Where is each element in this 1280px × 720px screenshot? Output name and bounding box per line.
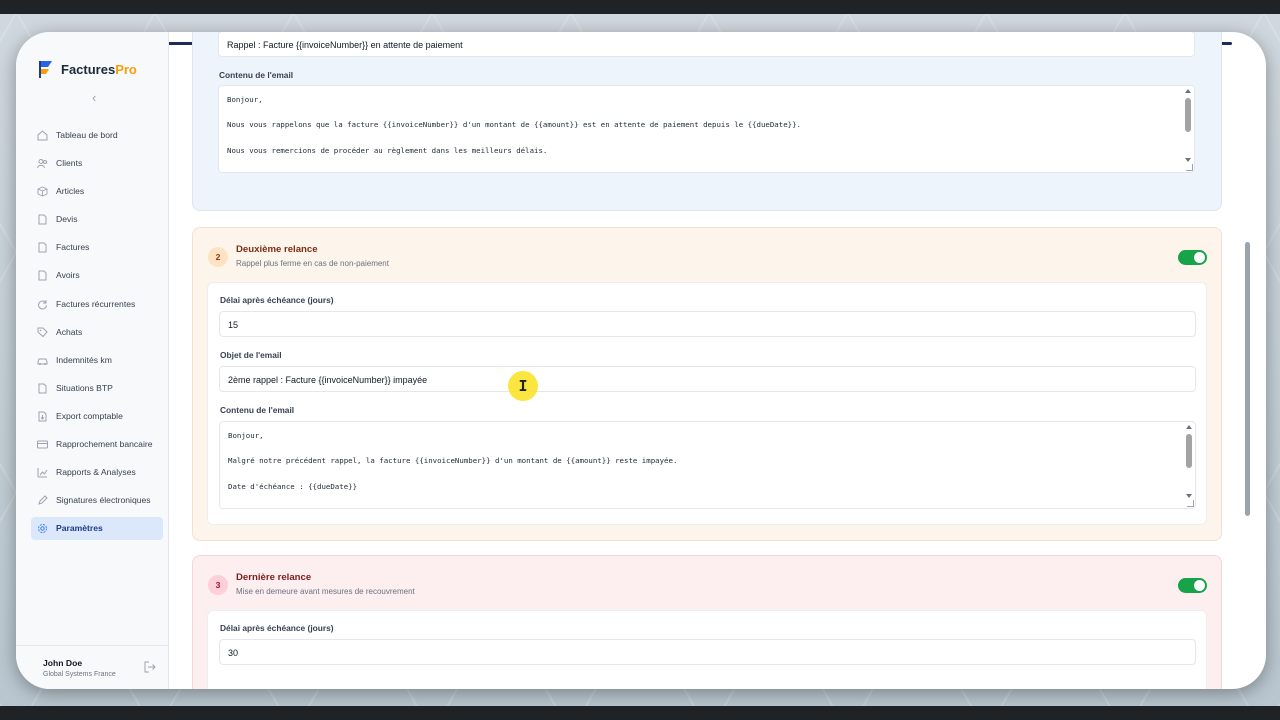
sidebar-item-devis[interactable]: Devis [31, 208, 163, 231]
sidebar-item-factures-recurrentes[interactable]: Factures récurrentes [31, 293, 163, 316]
chart-icon [37, 467, 48, 478]
sidebar-item-label: Factures récurrentes [56, 298, 136, 309]
reminder-second-body: Délai après échéance (jours) 15 Objet de… [207, 282, 1207, 525]
app-name: FacturesPro [61, 61, 137, 77]
sidebar: FacturesPro ‹ Tableau de bord Clients Ar… [16, 32, 169, 689]
subject-input[interactable]: 2ème rappel : Facture {{invoiceNumber}} … [219, 366, 1196, 392]
delay-input[interactable]: 15 [219, 311, 1196, 337]
file-icon [37, 214, 48, 225]
refresh-icon [37, 299, 48, 310]
step-number-badge: 2 [208, 247, 228, 267]
export-icon [37, 411, 48, 422]
reminder-subtitle: Rappel plus ferme en cas de non-paiement [236, 259, 389, 268]
sidebar-item-label: Rapports & Analyses [56, 467, 136, 478]
reminder-card-first: Rappel : Facture {{invoiceNumber}} en at… [192, 32, 1222, 211]
email-content-textarea[interactable]: Bonjour, Malgré notre précédent rappel, … [219, 421, 1196, 509]
sidebar-item-indemnites-km[interactable]: Indemnités km [31, 349, 163, 372]
app-window: FacturesPro ‹ Tableau de bord Clients Ar… [16, 32, 1266, 689]
email-content-textarea[interactable]: Bonjour, Nous vous rappelons que la fact… [218, 85, 1195, 173]
page-scrollbar[interactable] [1245, 242, 1250, 516]
box-icon [37, 186, 48, 197]
sidebar-item-avoirs[interactable]: Avoirs [31, 264, 163, 287]
sidebar-item-label: Articles [56, 186, 85, 197]
sidebar-item-clients[interactable]: Clients [31, 152, 163, 175]
reminder-first-body: Rappel : Facture {{invoiceNumber}} en at… [207, 32, 1207, 210]
sidebar-item-rapprochement-bancaire[interactable]: Rapprochement bancaire [31, 433, 163, 456]
sidebar-item-label: Avoirs [56, 270, 80, 281]
home-icon [37, 130, 48, 141]
logout-icon[interactable] [144, 660, 156, 673]
reminder-title: Dernière relance [236, 572, 312, 583]
sidebar-item-achats[interactable]: Achats [31, 321, 163, 344]
enable-toggle[interactable] [1178, 578, 1207, 593]
sidebar-item-label: Tableau de bord [56, 130, 118, 140]
gear-icon [37, 523, 48, 534]
users-icon [37, 158, 48, 169]
sidebar-item-label: Clients [56, 158, 83, 169]
logo-icon [37, 59, 55, 79]
sidebar-item-dashboard[interactable]: Tableau de bord [31, 124, 163, 147]
sidebar-item-label: Achats [56, 326, 83, 337]
sidebar-item-label: Situations BTP [56, 382, 113, 393]
subject-input[interactable]: Rappel : Facture {{invoiceNumber}} en at… [218, 32, 1195, 57]
user-name: John Doe [43, 658, 83, 668]
file-icon [37, 242, 48, 253]
sidebar-item-label: Paramètres [56, 523, 103, 534]
email-content-text: Bonjour, Malgré notre précédent rappel, … [228, 431, 678, 508]
pen-icon [37, 495, 48, 506]
file-icon [37, 383, 48, 394]
step-number-badge: 3 [208, 575, 228, 595]
reminder-subtitle: Mise en demeure avant mesures de recouvr… [236, 587, 415, 596]
sidebar-item-label: Export comptable [56, 410, 123, 421]
sidebar-item-articles[interactable]: Articles [31, 180, 163, 203]
email-content-text: Bonjour, Nous vous rappelons que la fact… [227, 95, 801, 172]
delay-label: Délai après échéance (jours) [220, 295, 334, 305]
text-cursor-icon: I [518, 377, 528, 395]
user-panel: John Doe Global Systems France [16, 645, 168, 689]
enable-toggle[interactable] [1178, 250, 1207, 265]
subject-label: Objet de l'email [220, 350, 282, 360]
sidebar-item-label: Indemnités km [56, 354, 112, 365]
reminder-card-third: 3 Dernière relance Mise en demeure avant… [192, 555, 1222, 689]
tag-icon [37, 327, 48, 338]
user-company: Global Systems France [43, 671, 116, 678]
textarea-scrollbar[interactable] [1184, 89, 1192, 162]
resize-handle[interactable] [1186, 164, 1193, 171]
reminder-title: Deuxième relance [236, 244, 318, 255]
sidebar-item-situations-btp[interactable]: Situations BTP [31, 377, 163, 400]
delay-label: Délai après échéance (jours) [220, 623, 334, 633]
content-label: Contenu de l'email [220, 405, 295, 415]
sidebar-nav: Tableau de bord Clients Articles Devis F… [31, 124, 163, 545]
car-icon [37, 355, 48, 366]
sidebar-item-label: Rapprochement bancaire [56, 439, 153, 450]
card-icon [37, 439, 48, 450]
sidebar-item-signatures[interactable]: Signatures électroniques [31, 489, 163, 512]
sidebar-item-label: Signatures électroniques [56, 495, 151, 506]
collapse-sidebar-icon[interactable]: ‹ [92, 90, 96, 105]
content-label: Contenu de l'email [219, 70, 294, 80]
mouse-cursor-highlight: I [508, 371, 538, 401]
sidebar-item-export-comptable[interactable]: Export comptable [31, 405, 163, 428]
reminder-card-second: 2 Deuxième relance Rappel plus ferme en … [192, 227, 1222, 541]
sidebar-item-factures[interactable]: Factures [31, 236, 163, 259]
main-content: Rappel : Facture {{invoiceNumber}} en at… [169, 32, 1266, 689]
file-icon [37, 270, 48, 281]
resize-handle[interactable] [1187, 500, 1194, 507]
sidebar-item-label: Devis [56, 214, 78, 225]
reminder-third-body: Délai après échéance (jours) 30 [207, 610, 1207, 689]
app-logo[interactable]: FacturesPro [37, 59, 137, 79]
sidebar-item-rapports-analyses[interactable]: Rapports & Analyses [31, 461, 163, 484]
sidebar-item-parametres[interactable]: Paramètres [31, 517, 163, 540]
sidebar-item-label: Factures [56, 242, 90, 253]
textarea-scrollbar[interactable] [1185, 425, 1193, 498]
delay-input[interactable]: 30 [219, 639, 1196, 665]
